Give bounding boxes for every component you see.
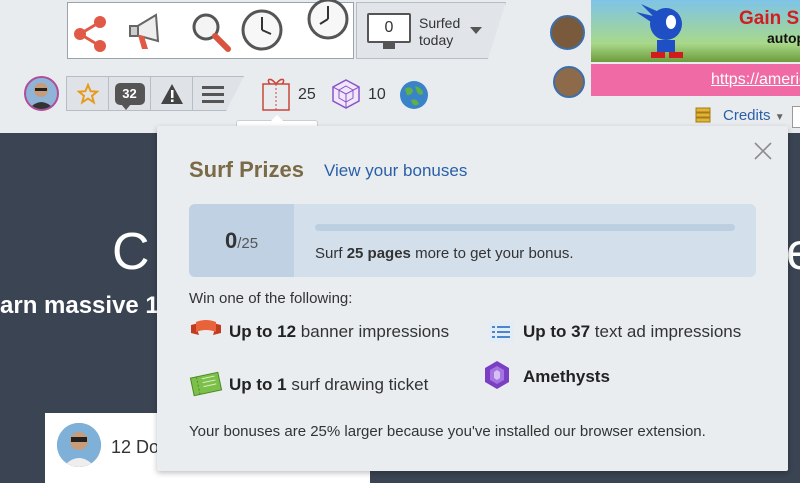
megaphone-icon[interactable]	[126, 7, 170, 55]
prize-2-text: surf drawing ticket	[286, 375, 429, 394]
extension-bonus-note: Your bonuses are 25% larger because you'…	[189, 423, 706, 440]
friend-avatar-1[interactable]	[550, 15, 585, 50]
surf-progress-card: 0/25 Surf 25 pages more to get your bonu…	[189, 204, 756, 277]
prize-0-text: banner impressions	[296, 322, 450, 341]
hero-subtitle: arn massive 1	[0, 292, 159, 319]
prize-3-bold: Amethysts	[523, 367, 610, 386]
close-icon[interactable]	[753, 141, 773, 161]
progress-bar	[315, 224, 735, 231]
surfed-label-line2: today	[419, 32, 454, 48]
card-avatar	[57, 423, 101, 467]
chevron-down-icon	[470, 27, 482, 34]
amethyst-icon[interactable]	[330, 78, 362, 110]
caret-down-icon: ▼	[774, 112, 785, 123]
timer-icon[interactable]	[306, 0, 350, 41]
banner-ad-title: Gain S	[739, 8, 800, 29]
credits-dropdown[interactable]: Credits ▼	[723, 107, 785, 124]
banner-ad[interactable]: Gain S autop	[591, 0, 800, 62]
text-ad-bar[interactable]: https://americ	[591, 64, 800, 96]
text-ad-icon	[489, 322, 513, 342]
globe-icon[interactable]	[399, 80, 429, 110]
prize-0-bold: Up to 12	[229, 322, 297, 341]
friend-avatar-2[interactable]	[553, 66, 585, 98]
warning-icon	[160, 83, 183, 104]
search-icon[interactable]	[188, 9, 234, 55]
progress-message: Surf 25 pages more to get your bonus.	[315, 245, 574, 262]
feature-icon-strip	[67, 0, 354, 59]
monitor-stand	[383, 43, 395, 49]
win-label: Win one of the following:	[189, 290, 353, 307]
banner-ad-subtitle: autop	[767, 30, 800, 46]
view-bonuses-link[interactable]: View your bonuses	[324, 161, 467, 181]
credits-label: Credits	[723, 107, 771, 124]
messages-count: 32	[122, 85, 137, 101]
hero-title-left: C	[112, 223, 150, 281]
prize-text-ad-impressions: Up to 37 text ad impressions	[523, 322, 741, 342]
ticket-icon	[189, 371, 223, 397]
surf-prizes-popup: Surf Prizes View your bonuses 0/25 Surf …	[157, 126, 788, 471]
surfed-count: 0	[384, 19, 394, 36]
progress-count: 0/25	[189, 204, 294, 277]
progress-msg-bold: 25 pages	[346, 245, 411, 262]
sonic-character-icon	[636, 4, 683, 58]
favorites-button[interactable]	[67, 77, 109, 110]
prize-amethysts: Amethysts	[523, 367, 610, 387]
amethyst-count: 10	[368, 86, 386, 103]
surfed-today-dropdown[interactable]: 0 Surfed today	[356, 2, 506, 59]
share-icon[interactable]	[70, 12, 112, 54]
hero-title-right: e	[786, 222, 800, 282]
star-icon	[76, 82, 99, 105]
progress-msg-suffix: more to get your bonus.	[410, 245, 574, 262]
prize-1-text: text ad impressions	[590, 322, 742, 341]
progress-msg-prefix: Surf	[315, 245, 347, 262]
user-avatar[interactable]	[24, 76, 59, 111]
prize-2-bold: Up to 1	[229, 375, 287, 394]
user-toolbar: 32	[66, 76, 244, 111]
popup-title: Surf Prizes	[189, 157, 304, 182]
prize-1-bold: Up to 37	[523, 322, 591, 341]
hamburger-menu-icon	[202, 85, 224, 103]
coins-icon	[695, 107, 711, 123]
prize-surf-drawing-ticket: Up to 1 surf drawing ticket	[229, 375, 428, 395]
clock-icon[interactable]	[240, 8, 284, 52]
menu-button[interactable]	[193, 77, 233, 110]
prize-banner-impressions: Up to 12 banner impressions	[229, 322, 449, 342]
monitor-icon: 0	[367, 13, 411, 43]
prizes-count: 25	[298, 86, 316, 103]
progress-total: /25	[237, 235, 259, 252]
messages-button[interactable]: 32	[109, 77, 151, 110]
progress-current: 0	[224, 228, 238, 253]
search-box-edge[interactable]	[792, 106, 800, 128]
surfed-label-line1: Surfed	[419, 15, 461, 31]
alerts-button[interactable]	[151, 77, 193, 110]
banner-icon	[191, 320, 221, 335]
chat-bubble-icon: 32	[114, 82, 145, 110]
amethyst-gem-icon	[485, 361, 509, 389]
text-ad-link[interactable]: https://americ	[711, 71, 800, 89]
gift-icon[interactable]	[260, 74, 292, 112]
surfed-label: Surfed today	[419, 15, 460, 49]
card-name: 12 Do	[111, 437, 160, 457]
